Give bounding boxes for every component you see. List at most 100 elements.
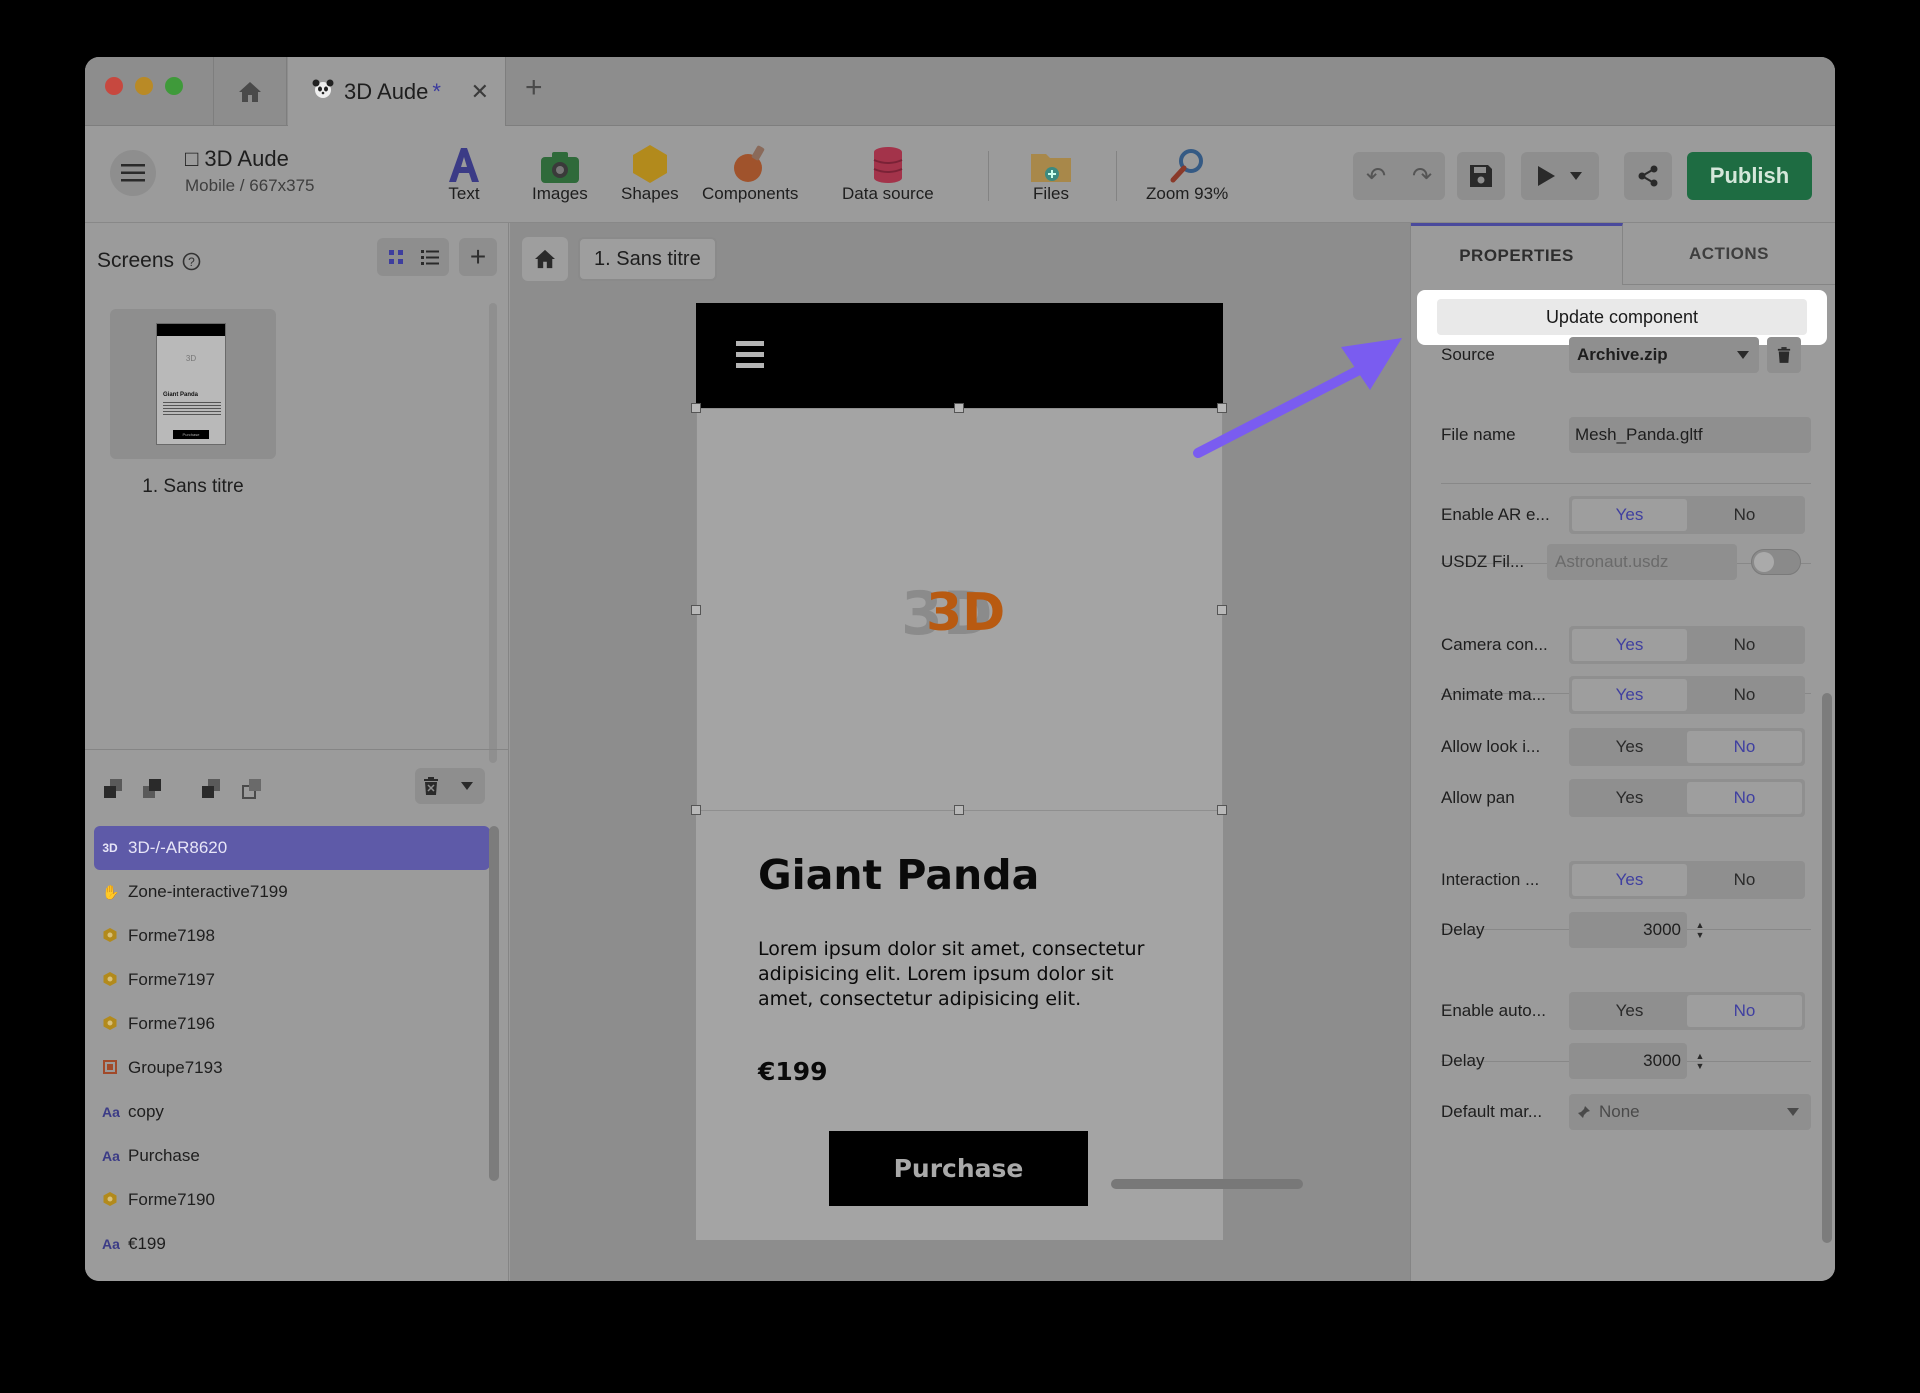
camera-no[interactable]: No <box>1687 629 1802 661</box>
preview-button[interactable] <box>1521 152 1599 200</box>
ar-yes[interactable]: Yes <box>1572 499 1687 531</box>
close-icon[interactable]: ✕ <box>471 79 489 105</box>
animate-no[interactable]: No <box>1687 679 1802 711</box>
delete-source-button[interactable] <box>1767 337 1801 373</box>
maximize-window-button[interactable] <box>165 77 183 95</box>
tab-actions[interactable]: ACTIONS <box>1623 223 1835 285</box>
delay-arrows[interactable]: ▲ ▼ <box>1693 920 1707 940</box>
source-select[interactable]: Archive.zip <box>1569 337 1759 373</box>
resize-handle[interactable] <box>1217 605 1227 615</box>
resize-handle[interactable] <box>691 605 701 615</box>
lookin-yes[interactable]: Yes <box>1572 731 1687 763</box>
camera-yes[interactable]: Yes <box>1572 629 1687 661</box>
default-select[interactable]: None <box>1569 1094 1811 1130</box>
main-menu-button[interactable] <box>110 150 156 196</box>
screen-thumbnail[interactable]: 3D Giant Panda Purchase <box>110 309 276 459</box>
interaction-toggle[interactable]: Yes No <box>1569 861 1805 899</box>
resize-handle[interactable] <box>954 805 964 815</box>
autorotate-no[interactable]: No <box>1687 995 1802 1027</box>
close-window-button[interactable] <box>105 77 123 95</box>
text-tool[interactable]: Text <box>447 142 481 204</box>
redo-icon[interactable]: ↷ <box>1399 162 1445 191</box>
resize-handle[interactable] <box>954 403 964 413</box>
purchase-button[interactable]: Purchase <box>829 1131 1088 1206</box>
send-backward-icon[interactable] <box>102 778 124 800</box>
pan-toggle[interactable]: Yes No <box>1569 779 1805 817</box>
usdz-switch[interactable] <box>1751 549 1801 575</box>
save-button[interactable] <box>1457 152 1505 200</box>
pan-no[interactable]: No <box>1687 782 1802 814</box>
autorotate-toggle[interactable]: Yes No <box>1569 992 1805 1030</box>
trash-icon[interactable] <box>423 777 439 795</box>
chevron-down-icon[interactable] <box>461 782 473 790</box>
canvas-horizontal-scrollbar[interactable] <box>1111 1179 1303 1189</box>
publish-button[interactable]: Publish <box>1687 152 1812 200</box>
breadcrumb-screen[interactable]: 1. Sans titre <box>578 237 717 281</box>
camera-toggle[interactable]: Yes No <box>1569 626 1805 664</box>
data-source-tool[interactable]: Data source <box>842 142 934 204</box>
product-price[interactable]: €199 <box>758 1057 828 1086</box>
ar-toggle[interactable]: Yes No <box>1569 496 1805 534</box>
properties-scrollbar[interactable] <box>1822 693 1832 1243</box>
layer-item[interactable]: ✋ Zone-interactive7199 <box>94 870 490 914</box>
undo-icon[interactable]: ↶ <box>1353 162 1399 191</box>
bring-to-front-icon[interactable] <box>241 778 263 800</box>
hamburger-icon[interactable] <box>736 341 764 369</box>
autorotate-yes[interactable]: Yes <box>1572 995 1687 1027</box>
layer-item[interactable]: 3D 3D-/-AR8620 <box>94 826 490 870</box>
product-title[interactable]: Giant Panda <box>758 851 1039 899</box>
help-icon[interactable]: ? <box>182 252 201 271</box>
zoom-tool[interactable]: Zoom 93% <box>1146 142 1228 204</box>
animate-yes[interactable]: Yes <box>1572 679 1687 711</box>
ar-no[interactable]: No <box>1687 499 1802 531</box>
delay2-stepper[interactable]: 3000 <box>1569 1043 1687 1079</box>
interaction-no[interactable]: No <box>1687 864 1802 896</box>
layer-item[interactable]: Groupe7193 <box>94 1046 490 1090</box>
screen-header[interactable] <box>696 303 1223 408</box>
pan-yes[interactable]: Yes <box>1572 782 1687 814</box>
lookin-no[interactable]: No <box>1687 731 1802 763</box>
layer-item[interactable]: Forme7190 <box>94 1178 490 1222</box>
layer-item[interactable]: Aa €199 <box>94 1222 490 1266</box>
filename-input[interactable]: Mesh_Panda.gltf <box>1569 417 1811 453</box>
layer-item[interactable]: Aa copy <box>94 1090 490 1134</box>
bring-forward-icon[interactable] <box>141 778 163 800</box>
components-tool[interactable]: Components <box>702 142 798 204</box>
layers-scrollbar[interactable] <box>489 826 499 1181</box>
tab-3d-aude[interactable]: 3D Aude * ✕ <box>288 57 506 126</box>
delay2-arrows[interactable]: ▲ ▼ <box>1693 1051 1707 1071</box>
list-view-icon[interactable] <box>421 249 439 265</box>
stepper-up-icon[interactable]: ▲ <box>1696 1051 1705 1061</box>
tab-properties[interactable]: PROPERTIES <box>1411 223 1623 285</box>
files-tool[interactable]: Files <box>1030 142 1072 204</box>
layer-item[interactable]: Forme7198 <box>94 914 490 958</box>
shapes-tool[interactable]: Shapes <box>621 142 679 204</box>
breadcrumb-home[interactable] <box>522 237 568 281</box>
resize-handle[interactable] <box>1217 805 1227 815</box>
add-screen-button[interactable]: + <box>459 238 497 276</box>
images-tool[interactable]: Images <box>532 142 588 204</box>
usdz-input[interactable]: Astronaut.usdz <box>1547 544 1737 580</box>
stepper-up-icon[interactable]: ▲ <box>1696 920 1705 930</box>
layer-item[interactable]: Forme7196 <box>94 1002 490 1046</box>
chevron-down-icon[interactable] <box>1570 172 1582 180</box>
stepper-down-icon[interactable]: ▼ <box>1696 930 1705 940</box>
stepper-down-icon[interactable]: ▼ <box>1696 1061 1705 1071</box>
screens-scrollbar[interactable] <box>489 303 497 763</box>
resize-handle[interactable] <box>691 403 701 413</box>
new-tab-button[interactable]: + <box>525 71 543 105</box>
delay-stepper[interactable]: 3000 <box>1569 912 1687 948</box>
layer-item[interactable]: Aa Purchase <box>94 1134 490 1178</box>
resize-handle[interactable] <box>1217 403 1227 413</box>
minimize-window-button[interactable] <box>135 77 153 95</box>
share-button[interactable] <box>1624 152 1672 200</box>
3d-viewer-component[interactable]: 3D 3D <box>691 403 1227 815</box>
grid-view-icon[interactable] <box>388 249 404 265</box>
product-description[interactable]: Lorem ipsum dolor sit amet, consectetur … <box>758 937 1168 1012</box>
send-to-back-icon[interactable] <box>200 778 222 800</box>
lookin-toggle[interactable]: Yes No <box>1569 728 1805 766</box>
interaction-yes[interactable]: Yes <box>1572 864 1687 896</box>
home-tab[interactable] <box>213 57 287 126</box>
update-component-button[interactable]: Update component <box>1437 299 1807 335</box>
resize-handle[interactable] <box>691 805 701 815</box>
